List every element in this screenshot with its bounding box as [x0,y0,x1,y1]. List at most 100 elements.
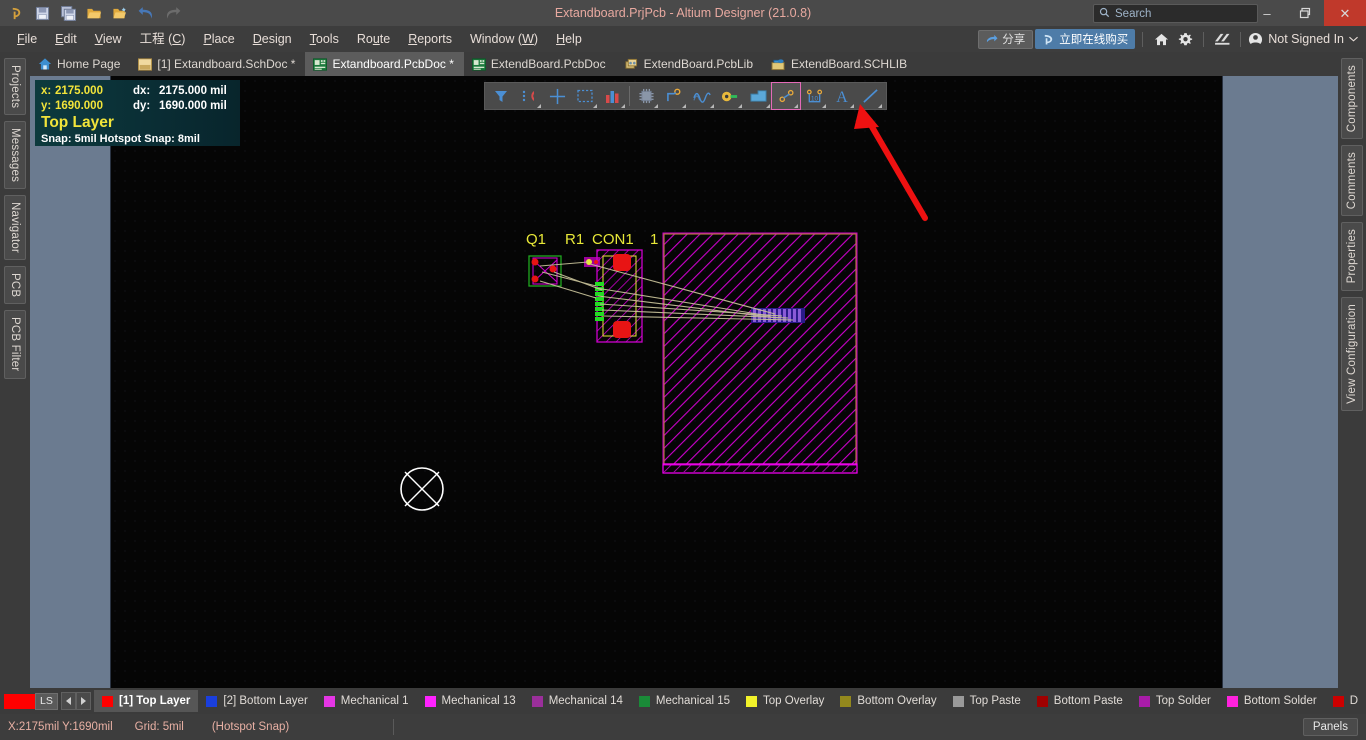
layer-tab-mechanical-1[interactable]: Mechanical 1 [316,690,417,712]
doc-tab-extandboard-schdoc[interactable]: [1] Extandboard.SchDoc * [130,52,305,76]
menu-project[interactable]: 工程 (C) [131,26,195,52]
layer-color-swatch [952,695,964,707]
selection-box-icon[interactable] [571,83,599,109]
menu-divider-1 [1142,31,1144,47]
menu-edit[interactable]: Edit [46,26,86,52]
layer-stack-icon[interactable] [599,83,627,109]
sidebar-item-pcb-filter[interactable]: PCB Filter [4,310,26,379]
gear-icon[interactable] [1174,28,1196,50]
sidebar-item-components[interactable]: Components [1341,58,1363,140]
layer-tab-top-layer[interactable]: [1] Top Layer [94,690,199,712]
sidebar-item-view-configuration[interactable]: View Configuration [1341,296,1363,411]
sidebar-item-properties[interactable]: Properties [1341,222,1363,291]
toolbar-divider [629,86,630,106]
doc-tab-home-page[interactable]: Home Page [30,52,130,76]
layer-tab-label: [2] Bottom Layer [223,695,308,707]
altium-logo-icon[interactable] [4,2,28,24]
layer-tab-bottom-solder[interactable]: Bottom Solder [1219,690,1325,712]
hud-y-row: y: 1690.000 dy: 1690.000 mil [41,99,234,114]
place-line-icon[interactable] [856,83,884,109]
filter-funnel-icon[interactable] [487,83,515,109]
menu-tools[interactable]: Tools [301,26,348,52]
layer-tab-label: Top Overlay [763,695,825,707]
layer-tab-label: Bottom Overlay [857,695,937,707]
extensions-icon[interactable] [1211,28,1233,50]
minimize-button[interactable]: – [1248,0,1286,26]
layer-color-swatch [1036,695,1048,707]
designator-1: 1 [650,231,658,248]
sidebar-item-messages[interactable]: Messages [4,121,26,190]
close-button[interactable]: ✕ [1324,0,1366,26]
save-all-icon[interactable] [56,2,80,24]
open-project-icon[interactable] [108,2,132,24]
account-icon [1249,32,1263,47]
redo-icon[interactable] [160,2,184,24]
buy-online-button[interactable]: 立即在线购买 [1035,29,1136,49]
layer-tab-mechanical-15[interactable]: Mechanical 15 [631,690,738,712]
layer-tab-label: Bottom Solder [1243,695,1317,707]
place-polygon-icon[interactable] [744,83,772,109]
doc-tab-label: Home Page [57,57,121,71]
save-icon[interactable] [30,2,54,24]
layer-sets-button[interactable]: LS [34,692,59,710]
doc-tab-label: [1] Extandboard.SchDoc * [157,57,296,71]
layer-tab-label: Bottom Paste [1053,695,1123,707]
menu-divider-2 [1203,31,1205,47]
close-glyph: ✕ [1339,5,1351,21]
doc-tab-extendboard-schlib[interactable]: ExtendBoard.SCHLIB [763,52,917,76]
sidebar-item-navigator[interactable]: Navigator [4,195,26,261]
home-icon[interactable] [1150,28,1172,50]
title-bar: Extandboard.PrjPcb - Altium Designer (21… [0,0,1366,26]
layer-tab-label: Mechanical 15 [655,695,731,707]
layer-tab-drill[interactable]: D [1325,690,1366,712]
panels-button[interactable]: Panels [1302,718,1358,736]
menu-view[interactable]: View [86,26,131,52]
doc-tab-extendboard-pcbdoc[interactable]: ExtendBoard.PcbDoc [464,52,616,76]
menu-file[interactable]: File [8,26,46,52]
place-pad-route-icon[interactable] [771,82,801,110]
menu-route[interactable]: Route [348,26,399,52]
differential-route-icon[interactable] [688,83,716,109]
layer-tab-bottom-paste[interactable]: Bottom Paste [1029,690,1131,712]
layer-tab-mechanical-13[interactable]: Mechanical 13 [417,690,524,712]
menu-window[interactable]: Window (W) [461,26,547,52]
hud-dx-value: 2175.000 mil [159,85,227,97]
menu-design[interactable]: Design [244,26,301,52]
interactive-route-icon[interactable] [660,83,688,109]
sidebar-item-projects[interactable]: Projects [4,58,26,116]
place-component-icon[interactable] [632,83,660,109]
menu-help[interactable]: Help [547,26,591,52]
undo-icon[interactable] [134,2,158,24]
search-input[interactable]: Search [1093,4,1258,23]
place-dimension-icon[interactable]: 10 [800,83,828,109]
layer-scroll-right-button[interactable] [76,692,92,710]
layer-scroll-left-button[interactable] [61,692,77,710]
pcb-canvas[interactable]: Q1 R1 CON1 1 x: 2175.000 dx: 2175.000 mi… [30,76,1338,688]
layer-tab-top-paste[interactable]: Top Paste [945,690,1029,712]
sidebar-item-comments[interactable]: Comments [1341,145,1363,217]
magnet-snap-icon[interactable] [515,83,543,109]
maximize-button[interactable] [1286,0,1324,26]
dropdown-caret [794,104,798,108]
doc-tab-extendboard-pcblib[interactable]: ExtendBoard.PcbLib [616,52,763,76]
menu-place[interactable]: Place [194,26,243,52]
layer-tab-top-overlay[interactable]: Top Overlay [738,690,832,712]
layer-tab-bottom-layer[interactable]: [2] Bottom Layer [198,690,315,712]
menu-reports[interactable]: Reports [399,26,461,52]
layer-tab-bottom-overlay[interactable]: Bottom Overlay [832,690,944,712]
crosshair-icon[interactable] [543,83,571,109]
status-divider [393,719,395,735]
active-layer-color-swatch[interactable] [4,693,35,709]
layer-tab-top-solder[interactable]: Top Solder [1131,690,1219,712]
doc-tab-extandboard-pcbdoc[interactable]: Extandboard.PcbDoc * [305,52,464,76]
share-button[interactable]: 分享 [978,29,1034,49]
open-folder-icon[interactable] [82,2,106,24]
account-menu[interactable]: Not Signed In [1248,32,1362,47]
menu-divider-3 [1240,31,1242,47]
place-string-icon[interactable]: A [828,83,856,109]
buy-label: 立即在线购买 [1059,34,1129,46]
layer-tab-label: Mechanical 14 [548,695,623,707]
sidebar-item-pcb[interactable]: PCB [4,266,26,305]
layer-tab-mechanical-14[interactable]: Mechanical 14 [524,690,631,712]
place-via-icon[interactable] [716,83,744,109]
